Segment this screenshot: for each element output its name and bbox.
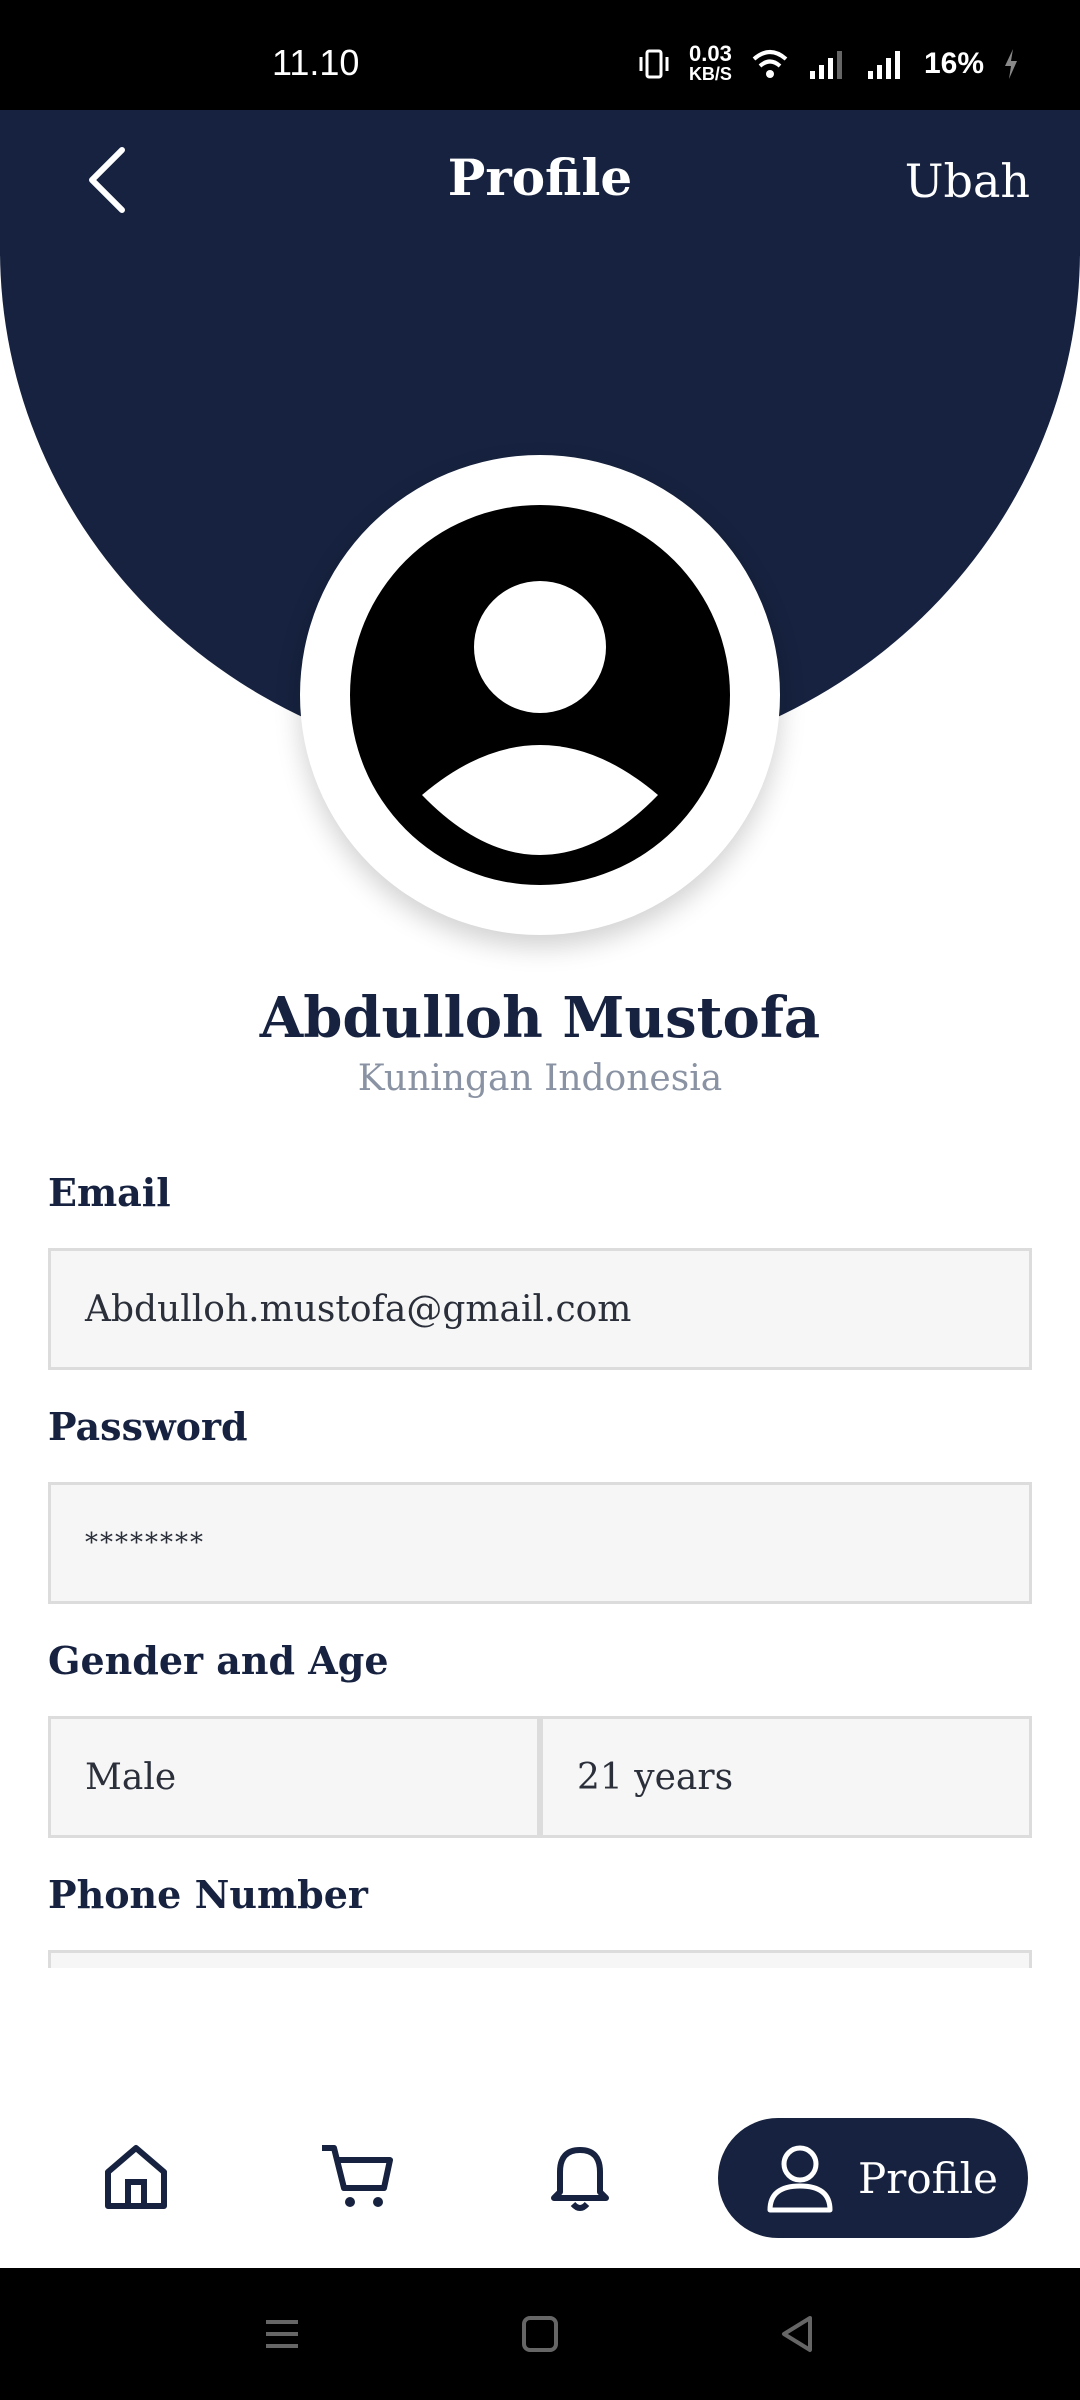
network-speed: 0.03 KB/S <box>688 41 732 85</box>
cart-icon[interactable] <box>318 2136 398 2216</box>
age-field[interactable]: 21 years <box>540 1716 1032 1838</box>
wifi-icon <box>752 50 788 78</box>
vibrate-icon <box>639 49 669 79</box>
battery-level: 16% <box>923 47 984 80</box>
app-bar: Profile Ubah <box>0 110 1080 256</box>
user-icon <box>767 2145 833 2213</box>
bell-icon[interactable] <box>540 2136 620 2216</box>
password-label: Password <box>48 1404 248 1449</box>
gender-age-label: Gender and Age <box>48 1638 389 1683</box>
password-field[interactable]: ******** <box>48 1482 1032 1604</box>
edit-button[interactable]: Ubah <box>905 154 1030 208</box>
network-speed-value: 0.03 <box>689 41 732 66</box>
gender-field[interactable]: Male <box>48 1716 540 1838</box>
network-speed-unit: KB/S <box>688 64 732 84</box>
home-square-icon[interactable] <box>518 2312 562 2356</box>
back-triangle-icon[interactable] <box>776 2312 820 2356</box>
signal-icon <box>809 51 842 79</box>
system-navigation-bar <box>0 2268 1080 2400</box>
status-icons: 0.03 KB/S 16% <box>637 41 1020 85</box>
email-field[interactable]: Abdulloh.mustofa@gmail.com <box>48 1248 1032 1370</box>
home-icon[interactable] <box>96 2136 176 2216</box>
menu-icon[interactable] <box>260 2312 304 2356</box>
charging-icon <box>1005 49 1017 79</box>
status-time: 11.10 <box>272 42 360 83</box>
nav-profile-button[interactable]: Profile <box>718 2118 1028 2238</box>
user-location: Kuningan Indonesia <box>357 1058 723 1099</box>
nav-profile-label: Profile <box>858 2153 998 2203</box>
phone-label: Phone Number <box>48 1872 368 1917</box>
phone-field[interactable] <box>48 1950 1032 1968</box>
avatar[interactable] <box>350 505 730 885</box>
signal-icon-2 <box>867 51 900 79</box>
user-name: Abdulloh Mustofa <box>259 985 821 1051</box>
status-bar: 11.10 0.03 KB/S 16% <box>0 0 1080 110</box>
email-label: Email <box>48 1170 171 1215</box>
